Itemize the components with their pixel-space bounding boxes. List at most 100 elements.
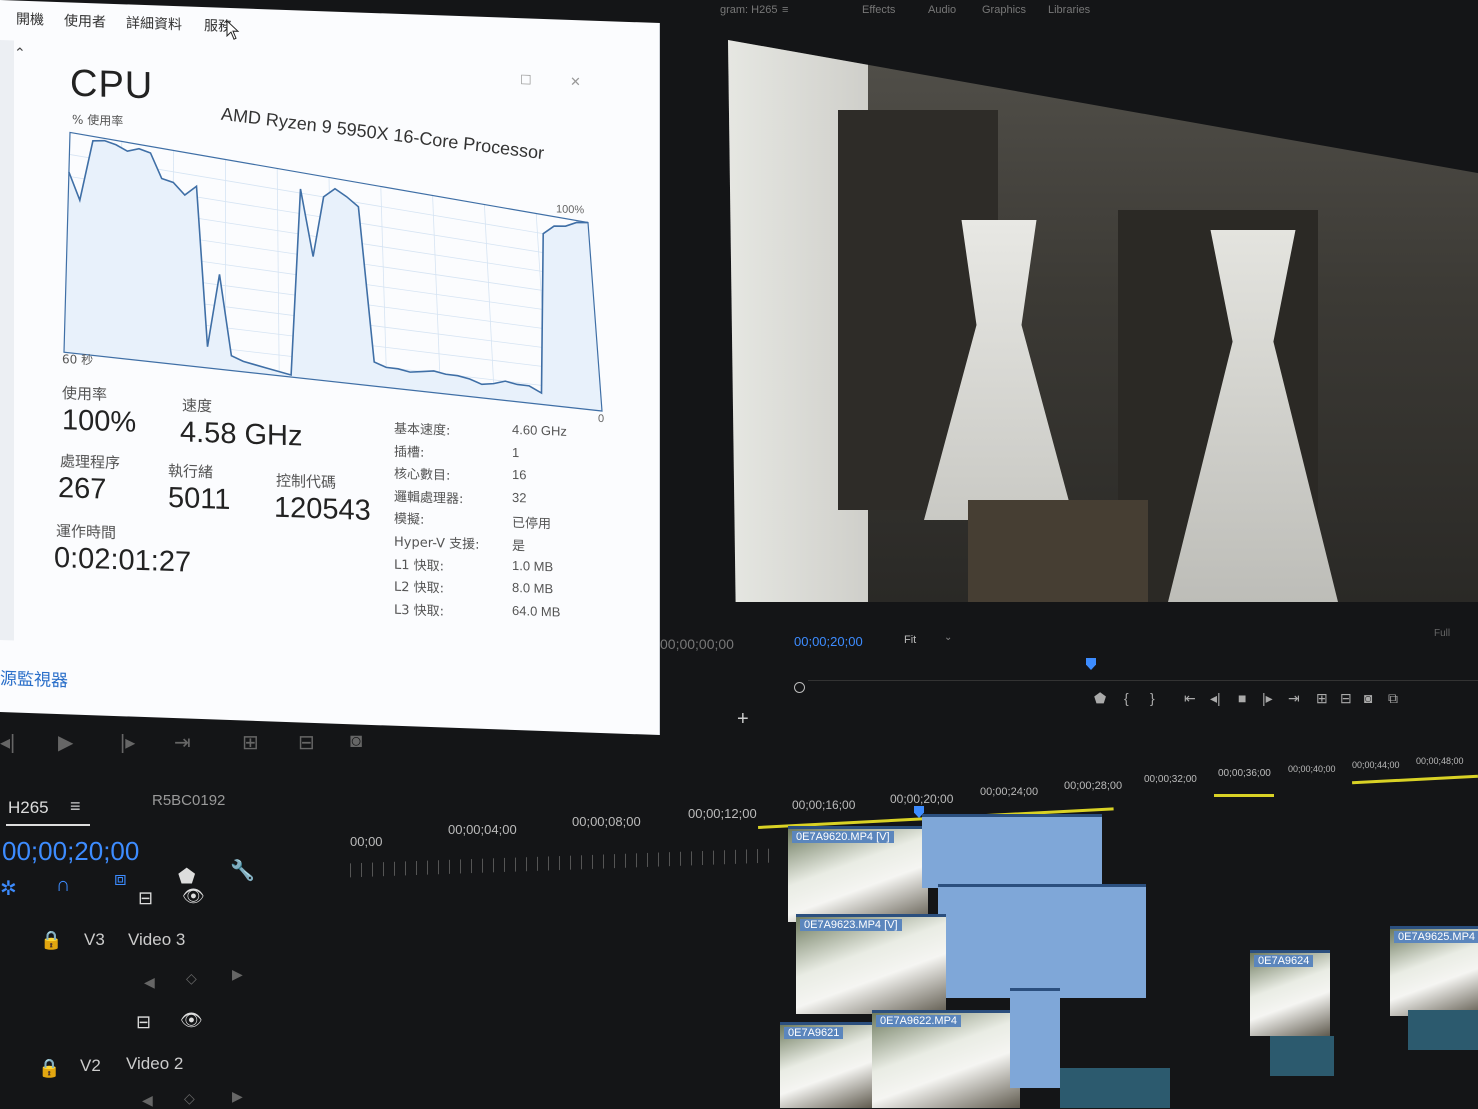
mark-in-icon[interactable]: {: [1124, 690, 1129, 706]
mark-out-icon[interactable]: }: [1150, 690, 1155, 706]
step-back-icon[interactable]: ◂|: [0, 730, 15, 755]
program-playhead[interactable]: [1086, 658, 1096, 670]
eye-icon[interactable]: 👁: [182, 886, 205, 907]
timeline-timecode[interactable]: 00;00;20;00: [2, 836, 139, 867]
extract-icon[interactable]: ⊟: [1340, 690, 1352, 707]
stat-value-utilization: 100%: [62, 404, 137, 439]
tab-users[interactable]: 使用者: [64, 10, 106, 31]
overwrite-icon[interactable]: ⊟: [298, 730, 315, 755]
step-back-icon[interactable]: ◂|: [1210, 690, 1221, 707]
timeline-clip-selected[interactable]: [922, 814, 1102, 888]
sidebar-scrollbar[interactable]: [0, 40, 14, 641]
audio-clip[interactable]: [1060, 1068, 1170, 1108]
audio-clip[interactable]: [1270, 1036, 1334, 1076]
prev-keyframe-icon[interactable]: ◀: [142, 1092, 153, 1109]
tab-audio[interactable]: Audio: [928, 4, 956, 16]
add-keyframe-icon[interactable]: ◇: [186, 970, 197, 987]
stat-label-uptime: 運作時間: [56, 521, 117, 543]
detail-key: L3 快取:: [394, 602, 445, 620]
program-monitor-header: gram: H265 ≡ Effects Audio Graphics Libr…: [712, 0, 1478, 22]
panel-menu-icon[interactable]: ≡: [782, 4, 788, 16]
next-keyframe-icon[interactable]: ▶: [232, 1088, 243, 1105]
lock-icon[interactable]: 🔒: [38, 1058, 60, 1079]
detail-key: 邏輯處理器:: [394, 489, 464, 507]
add-keyframe-icon[interactable]: ◇: [184, 1090, 195, 1107]
step-forward-icon[interactable]: |▸: [1262, 690, 1273, 707]
play-icon[interactable]: ▶: [58, 730, 73, 755]
timeline-clip[interactable]: 0E7A9621: [780, 1022, 872, 1108]
camera-icon[interactable]: ◙: [350, 730, 362, 753]
track-name-video3: Video 3: [128, 930, 186, 949]
stat-label-handles: 控制代碼: [276, 471, 337, 492]
work-area-bar[interactable]: [1352, 774, 1478, 785]
tab-graphics[interactable]: Graphics: [982, 4, 1026, 16]
tab-sequence-r5bc0192[interactable]: R5BC0192: [152, 792, 225, 809]
detail-value: 是: [512, 537, 526, 554]
eye-icon[interactable]: 👁: [180, 1010, 203, 1031]
chevron-down-icon[interactable]: ⌄: [944, 632, 952, 643]
track-id-v3[interactable]: V3: [84, 930, 105, 950]
timeline-clip[interactable]: 0E7A9624: [1250, 950, 1330, 1036]
zoom-select[interactable]: Fit: [904, 634, 916, 646]
track-id-v2[interactable]: V2: [80, 1056, 101, 1076]
timeline-clip[interactable]: 0E7A9622.MP4: [872, 1010, 1020, 1108]
step-forward-icon[interactable]: |▸: [120, 730, 135, 755]
close-icon[interactable]: ✕: [570, 74, 581, 90]
toggle-sync-lock-icon[interactable]: ⊟: [136, 1012, 151, 1033]
timeline-clip[interactable]: 0E7A9620.MP4 [V]: [788, 826, 928, 922]
program-scrub-bar[interactable]: [808, 680, 1478, 681]
go-to-out-icon[interactable]: ⇥: [1288, 690, 1300, 707]
lift-icon[interactable]: ⊞: [1316, 690, 1328, 707]
stat-label-processes: 處理程序: [60, 452, 121, 473]
tab-details[interactable]: 詳細資料: [126, 12, 182, 34]
camera-icon[interactable]: ◙: [1364, 690, 1372, 706]
toggle-sync-lock-icon[interactable]: ⊟: [138, 888, 153, 909]
wrench-icon[interactable]: 🔧: [230, 858, 255, 883]
clip-name: 0E7A9622.MP4: [876, 1015, 962, 1027]
task-manager-tabs: 開機 使用者 詳細資料 服務: [0, 8, 600, 59]
work-area-bar[interactable]: [1214, 794, 1274, 797]
timeline-clip-selected[interactable]: [938, 884, 1146, 998]
timeline-clip[interactable]: 0E7A9625.MP4: [1390, 926, 1478, 1016]
chevron-up-icon[interactable]: ⌃: [14, 44, 26, 61]
stat-value-processes: 267: [58, 472, 107, 506]
next-keyframe-icon[interactable]: ▶: [232, 966, 243, 983]
graph-y-min: 0: [598, 412, 605, 426]
timeline-clip-selected[interactable]: [1010, 988, 1060, 1088]
tab-sequence-h265[interactable]: H265: [8, 798, 49, 818]
insert-icon[interactable]: ⊞: [242, 730, 259, 755]
tab-startup[interactable]: 開機: [16, 9, 44, 30]
time-ruler[interactable]: [350, 848, 770, 878]
ruler-label: 00;00;40;00: [1288, 764, 1336, 774]
detail-key: L1 快取:: [394, 557, 445, 575]
linked-selection-icon[interactable]: ⧈: [114, 868, 127, 891]
go-to-in-icon[interactable]: ⇤: [1184, 690, 1196, 707]
add-button-icon[interactable]: +: [737, 708, 749, 731]
detail-key: 核心數目:: [394, 466, 451, 484]
audio-clip[interactable]: [1408, 1010, 1478, 1050]
tab-libraries[interactable]: Libraries: [1048, 4, 1090, 16]
program-monitor-title[interactable]: gram: H265: [720, 4, 777, 16]
panel-menu-icon[interactable]: ≡: [70, 796, 81, 817]
page-title: CPU: [70, 62, 154, 108]
snap-icon[interactable]: ∩: [56, 874, 70, 897]
tab-effects[interactable]: Effects: [862, 4, 895, 16]
program-timecode[interactable]: 00;00;20;00: [794, 634, 863, 649]
lock-icon[interactable]: 🔒: [40, 930, 62, 951]
video-door-bottom: [968, 500, 1148, 602]
ruler-label: 00;00;20;00: [890, 792, 954, 806]
resolution-select[interactable]: Full: [1434, 628, 1450, 639]
maximize-icon[interactable]: ☐: [520, 72, 532, 88]
go-to-out-icon[interactable]: ⇥: [174, 730, 191, 755]
marker-icon[interactable]: [794, 682, 805, 693]
add-marker-icon[interactable]: ⬟: [1094, 690, 1106, 707]
open-resource-monitor-link[interactable]: 源監視器: [0, 664, 68, 691]
clip-name: 0E7A9625.MP4: [1394, 931, 1478, 943]
prev-keyframe-icon[interactable]: ◀: [144, 974, 155, 991]
compare-icon[interactable]: ⧉: [1388, 690, 1398, 707]
ruler-label: 00;00: [350, 834, 383, 849]
nest-icon[interactable]: ✲: [0, 876, 17, 901]
stop-icon[interactable]: ■: [1238, 690, 1246, 706]
timeline-clip[interactable]: 0E7A9623.MP4 [V]: [796, 914, 946, 1014]
ruler-label: 00;00;32;00: [1144, 774, 1197, 785]
